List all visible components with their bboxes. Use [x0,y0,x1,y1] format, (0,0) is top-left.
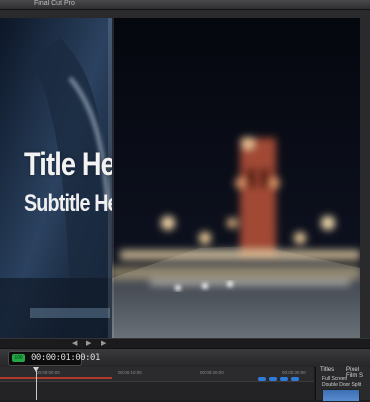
next-frame-button[interactable]: ▶ [101,340,106,348]
title-effect-thumbnail[interactable] [322,389,360,402]
viewer-panel: Title Her Subtitle He [0,10,370,344]
ruler-tick: 00:00:00:00 [36,370,60,375]
timecode-display[interactable]: 100 00:00:01:00:01 [8,351,100,366]
title-clip: Title Her Subtitle He [0,18,112,344]
play-button[interactable]: ▶ [86,340,91,348]
window-titlebar: Final Cut Pro [0,0,370,10]
ruler-tick: 00:00:10:00 [118,370,142,375]
playhead-line[interactable] [36,367,37,400]
timeline-panel[interactable]: 00:00:00:00 00:00:10:00 00:00:20:00 00:0… [0,367,314,400]
timecode-value: 00:00:01:00:01 [31,353,100,363]
skimming-icon[interactable] [269,377,277,381]
snapping-icon[interactable] [258,377,266,381]
app-title: Final Cut Pro [34,0,75,7]
timeline-tools [258,368,302,386]
timeline-ruler[interactable]: 00:00:00:00 00:00:10:00 00:00:20:00 00:0… [0,367,314,400]
titles-tab[interactable]: Titles [320,367,334,373]
effects-browser: Titles Pixel Film S Full Screen Double D… [315,367,370,402]
title-effect-label: Full Screen Double Door Split [322,376,362,388]
title-text: Title Her [24,146,112,182]
audio-skim-icon[interactable] [280,377,288,381]
ruler-tick: 00:00:20:00 [200,370,224,375]
subtitle-text: Subtitle He [24,190,112,217]
render-bar [0,377,112,379]
dashboard-toolbar: 100 00:00:01:00:01 [0,348,370,368]
solo-icon[interactable] [291,377,299,381]
percent-badge: 100 [12,354,25,362]
video-frame: Title Her Subtitle He [0,18,360,344]
previous-frame-button[interactable]: ◀ [72,340,77,348]
